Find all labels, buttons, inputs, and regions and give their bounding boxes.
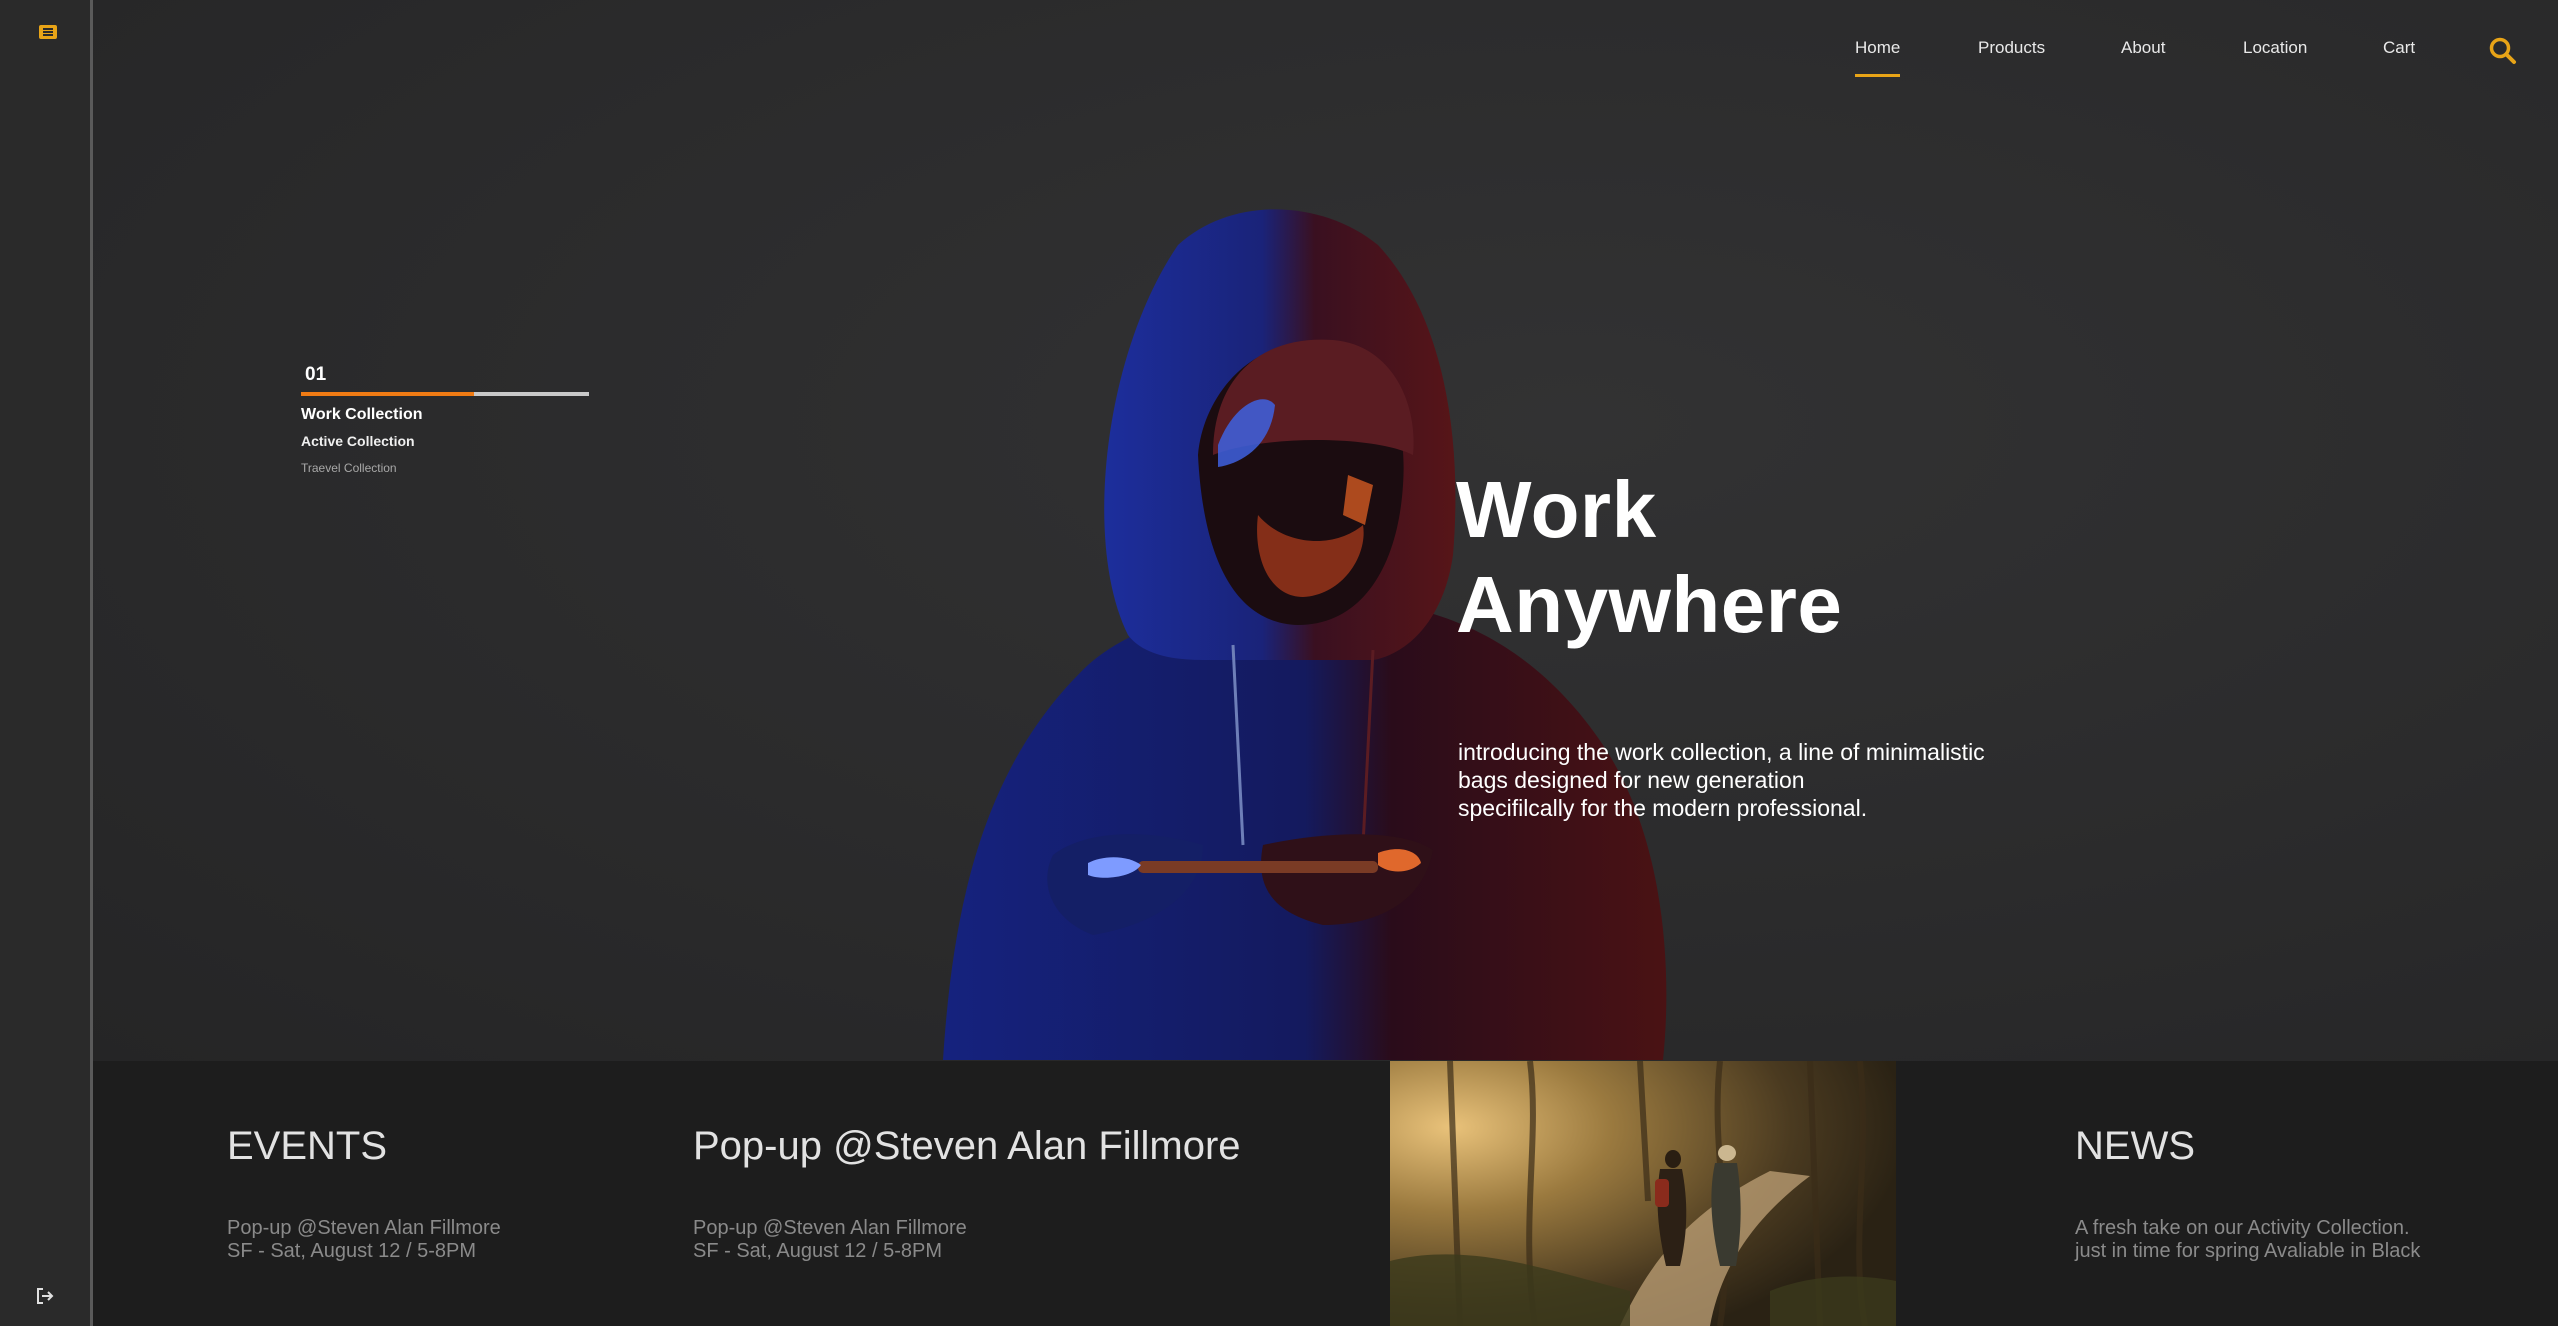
- hero-intro: introducing the work collection, a line …: [1458, 738, 2058, 822]
- collection-number: 01: [305, 364, 327, 385]
- collection-item-active[interactable]: Active Collection: [301, 433, 415, 449]
- popup-text: Pop-up @Steven Alan Fillmore SF - Sat, A…: [693, 1217, 967, 1263]
- nav-location[interactable]: Location: [2243, 38, 2307, 58]
- events-text: Pop-up @Steven Alan Fillmore SF - Sat, A…: [227, 1217, 501, 1263]
- hero-headline: Work Anywhere: [1456, 462, 1842, 652]
- sidebar-rail: [0, 0, 93, 1326]
- info-strip: [93, 1061, 2558, 1326]
- collection-progress-fill: [301, 392, 474, 396]
- search-icon[interactable]: [2488, 36, 2518, 66]
- news-line: just in time for spring Avaliable in Bla…: [2075, 1240, 2421, 1262]
- hero-headline-line1: Work: [1456, 465, 1657, 554]
- nav-home[interactable]: Home: [1855, 38, 1901, 77]
- events-line: SF - Sat, August 12 / 5-8PM: [227, 1240, 477, 1262]
- events-line: Pop-up @Steven Alan Fillmore: [227, 1217, 501, 1239]
- news-title: NEWS: [2075, 1124, 2195, 1168]
- nav-products[interactable]: Products: [1978, 38, 2045, 58]
- hero-intro-line: bags designed for new generation: [1458, 767, 1805, 793]
- news-line: A fresh take on our Activity Collection.: [2075, 1217, 2410, 1239]
- event-photo[interactable]: [1390, 1061, 1896, 1326]
- collection-item-travel[interactable]: Traevel Collection: [301, 461, 397, 475]
- news-text: A fresh take on our Activity Collection.…: [2075, 1217, 2420, 1263]
- hero-section: Home Products About Location Cart 01 Wor…: [93, 0, 2558, 1061]
- nav-about[interactable]: About: [2121, 38, 2165, 58]
- collection-progress: [301, 392, 589, 396]
- hero-intro-line: introducing the work collection, a line …: [1458, 739, 1985, 765]
- hero-headline-line2: Anywhere: [1456, 560, 1843, 649]
- sign-out-icon[interactable]: [34, 1285, 56, 1307]
- events-title: EVENTS: [227, 1124, 388, 1168]
- popup-title[interactable]: Pop-up @Steven Alan Fillmore: [693, 1124, 1241, 1169]
- hero-intro-line: specifilcally for the modern professiona…: [1458, 795, 1868, 821]
- menu-icon[interactable]: [39, 25, 57, 39]
- collection-item-work[interactable]: Work Collection: [301, 406, 423, 424]
- nav-cart[interactable]: Cart: [2383, 38, 2415, 58]
- popup-line: SF - Sat, August 12 / 5-8PM: [693, 1240, 943, 1262]
- popup-line: Pop-up @Steven Alan Fillmore: [693, 1217, 967, 1239]
